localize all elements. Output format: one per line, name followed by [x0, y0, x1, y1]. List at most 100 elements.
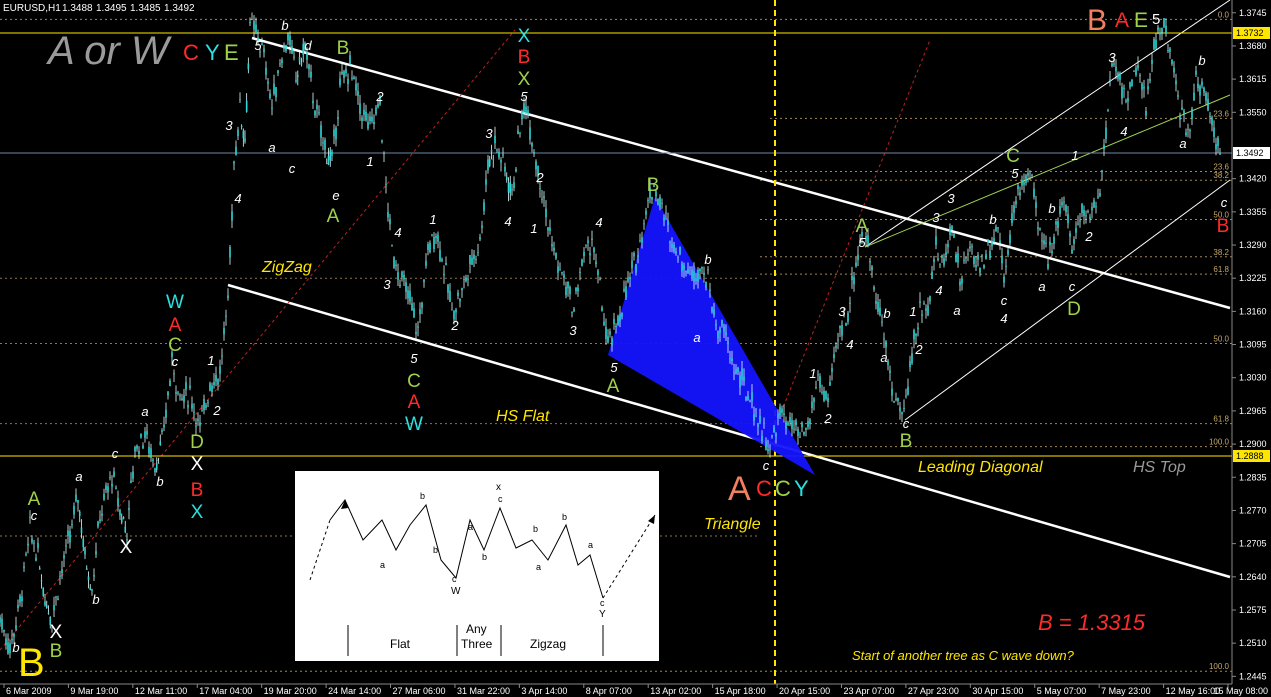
candle-body — [38, 568, 41, 570]
candle-body — [699, 268, 701, 272]
candle-body — [965, 257, 967, 259]
candle-body — [163, 424, 165, 428]
candle-body — [733, 372, 735, 374]
candle-body — [993, 238, 995, 243]
candle-body — [837, 339, 839, 341]
candle-body — [167, 391, 169, 396]
candle-body — [851, 275, 853, 281]
wave-label: 3 — [383, 277, 391, 292]
candle-body — [195, 425, 197, 427]
candle-body — [283, 44, 285, 49]
inset-three-label: Three — [461, 637, 493, 651]
candle-body — [239, 99, 241, 101]
candle-body — [427, 244, 429, 251]
candle-body — [1121, 86, 1123, 99]
candle-body — [113, 471, 115, 477]
candle-body — [921, 314, 923, 316]
candle-body — [291, 46, 293, 54]
candle-body — [1183, 110, 1185, 115]
candle-body — [197, 418, 199, 421]
wave-label: d — [304, 38, 312, 53]
candle-body — [23, 566, 25, 568]
candle-body — [415, 332, 417, 334]
candle-body — [77, 500, 79, 503]
candle-body — [871, 266, 873, 270]
wave-label: 2 — [212, 403, 221, 418]
wave-label: B — [50, 641, 63, 662]
candle-body — [1065, 205, 1067, 213]
candle-body — [1067, 214, 1069, 224]
ccy-c1: C — [756, 476, 772, 501]
y-label: Y — [205, 40, 220, 65]
inset-zigzag-label: Zigzag — [530, 637, 566, 651]
inset-label-a4: a — [588, 540, 593, 550]
candle-body — [293, 56, 295, 58]
candle-body — [467, 278, 469, 280]
y-tick-label: 1.2835 — [1239, 472, 1267, 482]
candle-body — [490, 149, 493, 152]
candle-body — [761, 435, 763, 441]
inset-label-b1: b — [420, 491, 425, 501]
candle-body — [813, 398, 815, 402]
ccy-y: Y — [794, 476, 809, 501]
candle-body — [255, 24, 257, 35]
wave-label: 3 — [838, 304, 846, 319]
candle-body — [963, 259, 965, 261]
candle-body — [55, 596, 57, 598]
candle-body — [429, 242, 431, 253]
candle-body — [1101, 170, 1103, 173]
candle-body — [577, 287, 579, 292]
y-tick-label: 1.3225 — [1239, 273, 1267, 283]
wave-label: c — [31, 508, 38, 523]
candle-body — [545, 208, 547, 218]
candle-body — [1009, 234, 1011, 244]
candle-body — [549, 227, 551, 231]
y-tick-label: 1.2965 — [1239, 406, 1267, 416]
inset-label-b2: b — [433, 545, 438, 555]
candle-body — [183, 395, 185, 403]
y-tick-label: 1.2770 — [1239, 505, 1267, 515]
candle-body — [1089, 216, 1091, 219]
candle-body — [539, 188, 541, 190]
candle-body — [89, 587, 92, 590]
candle-body — [967, 253, 969, 255]
candle-body — [1095, 206, 1097, 208]
candle-body — [1073, 239, 1075, 244]
candle-body — [138, 451, 140, 455]
triangle-label: Triangle — [704, 516, 761, 533]
candle-body — [937, 258, 939, 261]
wave-label: B — [1217, 216, 1230, 237]
candle-body — [369, 116, 371, 122]
x-tick-label: 12 Mar 11:00 — [135, 686, 187, 696]
candle-body — [310, 71, 312, 78]
candle-body — [1177, 95, 1179, 97]
candle-body — [747, 395, 749, 401]
candle-body — [601, 307, 603, 311]
candle-body — [1083, 209, 1085, 216]
candle-body — [477, 252, 479, 254]
candle-body — [373, 121, 375, 124]
wave-label: 3 — [932, 210, 940, 225]
candle-body — [324, 139, 326, 150]
candle-body — [831, 368, 833, 372]
wave-label: A — [28, 489, 41, 510]
candle-body — [805, 428, 807, 430]
candle-body — [927, 305, 929, 316]
candle-body — [673, 244, 675, 252]
wave-label: e — [332, 188, 339, 203]
candle-body — [935, 236, 937, 246]
candle-body — [1097, 196, 1099, 198]
candle-body — [1045, 242, 1047, 244]
candle-body — [1027, 173, 1029, 176]
candle-body — [643, 223, 645, 225]
candle-body — [134, 447, 136, 452]
candle-body — [835, 345, 837, 348]
candle-body — [567, 282, 569, 289]
candle-body — [275, 87, 277, 98]
candle-body — [381, 140, 383, 142]
candle-body — [377, 103, 379, 108]
candle-body — [1103, 144, 1105, 150]
wave-label: 4 — [595, 215, 602, 230]
candle-body — [1013, 205, 1015, 213]
candle-body — [69, 531, 71, 543]
